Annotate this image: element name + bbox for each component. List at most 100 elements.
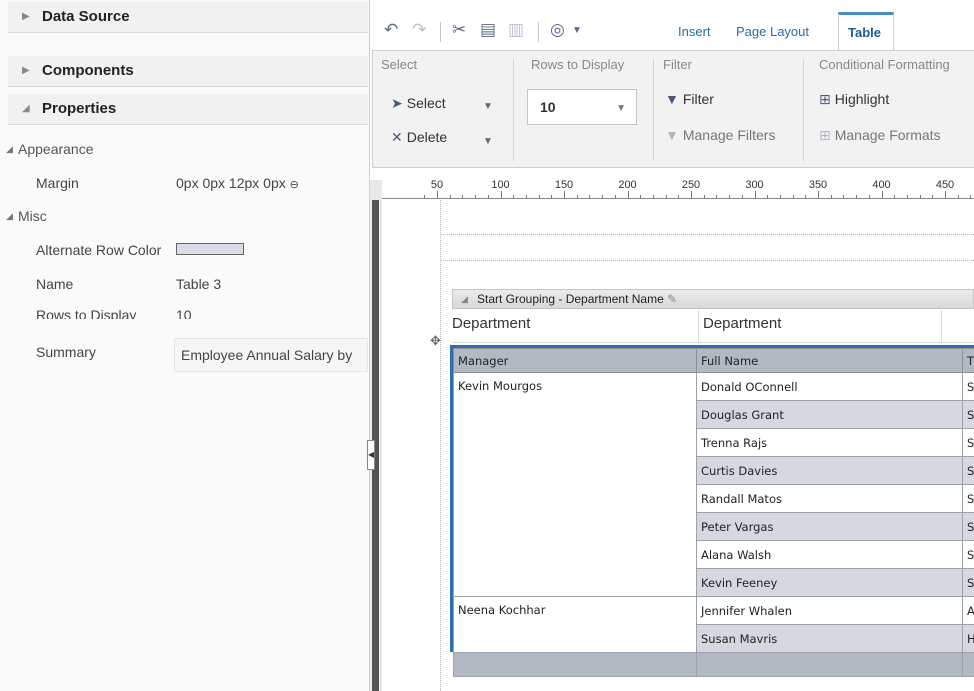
cursor-icon: ➤ bbox=[391, 95, 403, 111]
footer-cell bbox=[962, 652, 974, 677]
copy-icon[interactable]: ▤ bbox=[480, 20, 496, 40]
select-button[interactable]: ➤ Select bbox=[391, 95, 446, 112]
rows-to-display-select[interactable]: 10 ▼ bbox=[527, 89, 637, 125]
ruler-tick bbox=[868, 195, 870, 198]
full-name-cell[interactable]: Peter Vargas bbox=[696, 512, 963, 541]
manager-cell[interactable]: Neena Kochhar bbox=[453, 596, 697, 653]
third-cell[interactable]: S bbox=[962, 484, 974, 513]
link-icon[interactable]: ⊖ bbox=[290, 179, 299, 191]
manager-cell[interactable]: Kevin Mourgos bbox=[453, 372, 697, 597]
group-divider bbox=[513, 59, 514, 161]
department-label: Department bbox=[452, 315, 531, 332]
layout-canvas[interactable]: ◢ Start Grouping - Department Name ✎ Dep… bbox=[382, 200, 974, 691]
data-table[interactable]: Manager Full Name T Kevin Mourgos Donald… bbox=[450, 345, 974, 677]
tab-page-layout[interactable]: Page Layout bbox=[736, 24, 809, 39]
full-name-cell[interactable]: Curtis Davies bbox=[696, 456, 963, 485]
dropdown-icon[interactable]: ▼ bbox=[572, 25, 582, 36]
highlight-button[interactable]: ⊞ Highlight bbox=[819, 91, 889, 108]
ruler-label: 350 bbox=[808, 179, 828, 191]
alt-row-color-swatch[interactable] bbox=[176, 243, 244, 255]
highlight-icon: ⊞ bbox=[819, 91, 831, 107]
table-grid: Manager Full Name T Kevin Mourgos Donald… bbox=[453, 348, 974, 677]
column-header-full-name[interactable]: Full Name bbox=[696, 348, 963, 373]
full-name-cell[interactable]: Trenna Rajs bbox=[696, 428, 963, 457]
accordion-properties[interactable]: ◢ Properties bbox=[8, 94, 368, 125]
full-name-cell[interactable]: Susan Mavris bbox=[696, 624, 963, 653]
ruler-tick bbox=[767, 195, 769, 198]
ruler-tick bbox=[932, 195, 934, 198]
paste-icon[interactable]: ▥ bbox=[508, 20, 524, 40]
third-cell[interactable]: S bbox=[962, 568, 974, 597]
accordion-components[interactable]: ▶ Components bbox=[8, 56, 368, 87]
ruler-label: 400 bbox=[872, 179, 891, 191]
guide-line bbox=[440, 234, 974, 235]
full-name-cell[interactable]: Donald OConnell bbox=[696, 372, 963, 401]
full-name-cell[interactable]: Kevin Feeney bbox=[696, 568, 963, 597]
ribbon: Select ➤ Select ▼ ✕ Delete ▼ Rows to Displ… bbox=[372, 50, 974, 168]
chevron-down-icon[interactable]: ▼ bbox=[483, 136, 493, 147]
edit-pencil-icon[interactable]: ✎ bbox=[667, 292, 677, 306]
filter-icon: ▼ bbox=[665, 91, 679, 107]
data-icon[interactable]: ◎ bbox=[550, 20, 565, 40]
undo-icon[interactable]: ↶ bbox=[384, 20, 398, 40]
accordion-data-source[interactable]: ▶ Data Source bbox=[8, 2, 368, 33]
column-header-third[interactable]: T bbox=[962, 348, 974, 373]
collapse-arrow-icon: ◢ bbox=[461, 294, 468, 304]
third-cell[interactable]: S bbox=[962, 456, 974, 485]
conditional-group-title: Conditional Formatting bbox=[819, 57, 950, 72]
ruler-tick bbox=[691, 191, 692, 198]
footer-cell bbox=[696, 652, 963, 677]
delete-button-label: Delete bbox=[406, 129, 448, 145]
ruler-tick bbox=[576, 195, 578, 198]
column-header-manager[interactable]: Manager bbox=[453, 348, 697, 373]
table-footer-row bbox=[453, 652, 974, 677]
chevron-down-icon: ▼ bbox=[616, 103, 626, 114]
name-value[interactable]: Table 3 bbox=[176, 276, 221, 292]
ruler-label: 100 bbox=[491, 179, 510, 191]
third-cell[interactable]: H bbox=[962, 624, 974, 653]
delete-button[interactable]: ✕ Delete bbox=[391, 129, 447, 146]
department-value-cell[interactable]: Department bbox=[698, 310, 942, 343]
third-cell[interactable]: S bbox=[962, 372, 974, 401]
full-name-cell[interactable]: Randall Matos bbox=[696, 484, 963, 513]
manage-filters-button[interactable]: ▼ Manage Filters bbox=[665, 127, 775, 143]
full-name-cell[interactable]: Jennifer Whalen bbox=[696, 596, 963, 625]
third-cell[interactable]: S bbox=[962, 512, 974, 541]
rows-to-display-value[interactable]: 10 bbox=[176, 307, 192, 319]
filter-button[interactable]: ▼ Filter bbox=[665, 91, 714, 107]
margin-value[interactable]: 0px 0px 12px 0px ⊖ bbox=[176, 175, 299, 191]
ruler-tick bbox=[589, 195, 591, 198]
toolbar-divider bbox=[538, 22, 539, 42]
ruler-tick bbox=[551, 195, 553, 198]
third-cell[interactable]: S bbox=[962, 400, 974, 429]
table-row[interactable]: Neena Kochhar Jennifer Whalen A bbox=[453, 596, 974, 653]
cut-icon[interactable]: ✂ bbox=[452, 20, 466, 40]
grouping-bar[interactable]: ◢ Start Grouping - Department Name ✎ bbox=[452, 289, 974, 309]
ruler-tick bbox=[564, 191, 565, 198]
full-name-cell[interactable]: Alana Walsh bbox=[696, 540, 963, 569]
table-row[interactable]: Kevin Mourgos Donald OConnell S bbox=[453, 372, 974, 597]
accordion-label: Data Source bbox=[42, 8, 130, 25]
third-cell[interactable]: A bbox=[962, 596, 974, 625]
ruler-tick bbox=[843, 195, 845, 198]
tab-insert[interactable]: Insert bbox=[678, 24, 711, 39]
ruler-tick bbox=[703, 195, 705, 198]
full-name-cell[interactable]: Douglas Grant bbox=[696, 400, 963, 429]
redo-icon[interactable]: ↷ bbox=[412, 20, 426, 40]
ruler-label: 50 bbox=[430, 179, 444, 191]
ruler-label: 200 bbox=[618, 179, 637, 191]
chevron-down-icon[interactable]: ▼ bbox=[483, 101, 493, 112]
summary-input[interactable]: Employee Annual Salary by bbox=[174, 338, 368, 372]
move-handle-icon[interactable]: ✥ bbox=[430, 333, 441, 349]
ruler-tick bbox=[754, 191, 756, 198]
third-cell[interactable]: S bbox=[962, 428, 974, 457]
manage-formats-button[interactable]: ⊞ Manage Formats bbox=[819, 127, 941, 144]
ruler-tick bbox=[538, 195, 540, 198]
ruler-label: 450 bbox=[935, 179, 955, 191]
ruler-tick bbox=[805, 195, 807, 198]
ruler-tick bbox=[741, 195, 743, 198]
third-cell[interactable]: S bbox=[962, 540, 974, 569]
tab-table[interactable]: Table bbox=[838, 12, 894, 50]
ruler-tick bbox=[729, 195, 731, 198]
collapse-panel-icon[interactable]: ◀ bbox=[367, 440, 375, 470]
